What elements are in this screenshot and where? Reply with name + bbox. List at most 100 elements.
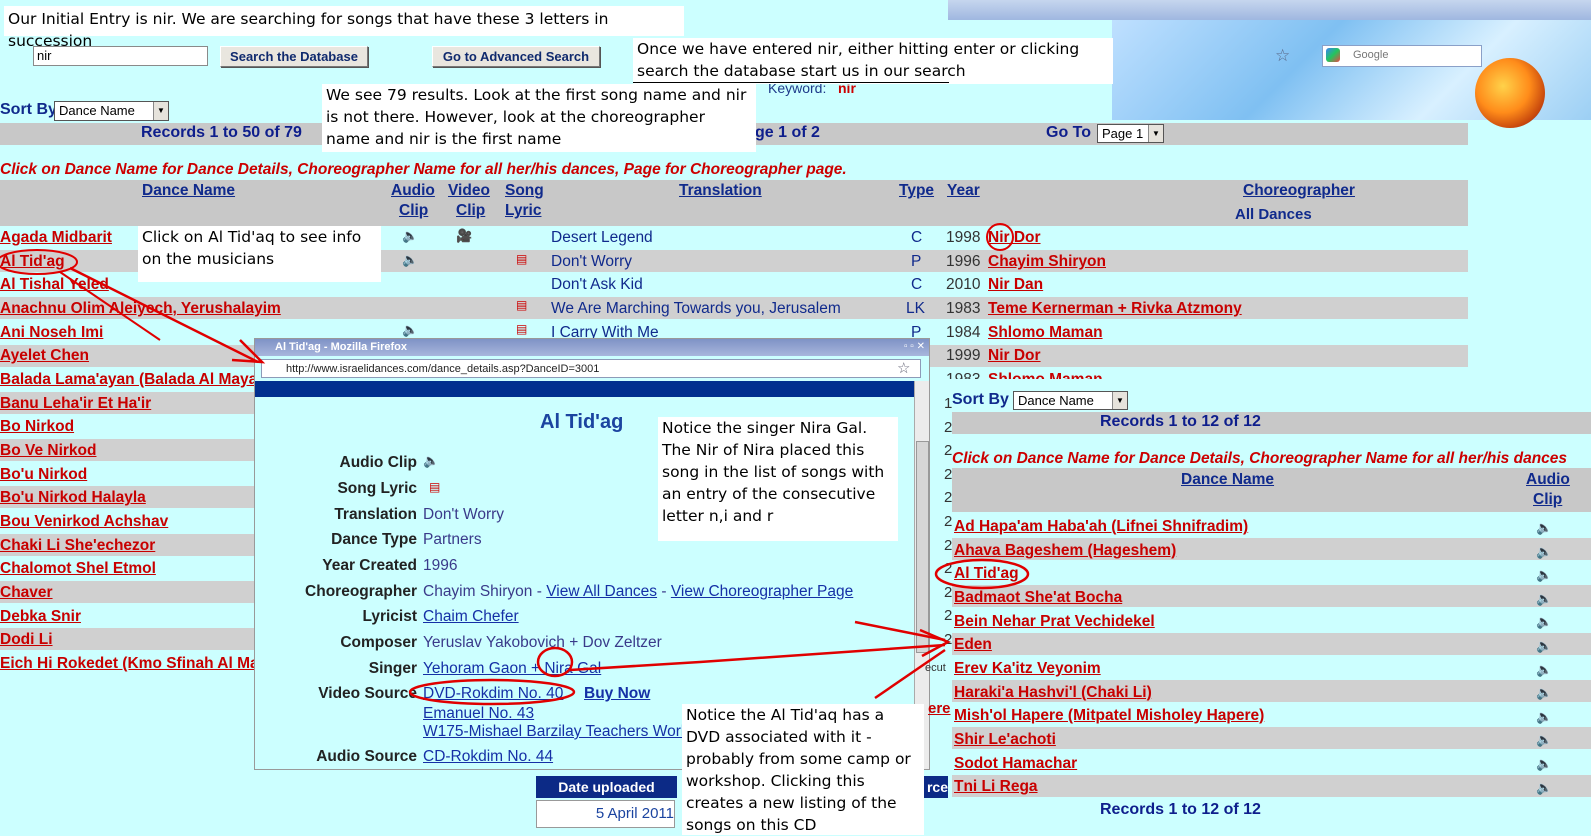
- window-controls-icon[interactable]: ▫ ▫ ✕: [904, 341, 925, 352]
- video-source-link[interactable]: Emanuel No. 43: [423, 705, 534, 723]
- speaker-icon[interactable]: 🔈: [1536, 634, 1552, 658]
- note-79-results: We see 79 results. Look at the first son…: [322, 84, 756, 152]
- document-icon[interactable]: ▤: [516, 298, 527, 312]
- search-input[interactable]: nir: [33, 46, 208, 66]
- lyricist-link[interactable]: Chaim Chefer: [423, 608, 519, 626]
- document-icon[interactable]: ▤: [429, 480, 440, 494]
- dance-link[interactable]: Al Tid'ag: [0, 253, 65, 271]
- speaker-icon[interactable]: 🔈: [423, 453, 439, 469]
- singer-link[interactable]: Yehoram Gaon + Nira Gal: [423, 660, 601, 678]
- dance-link[interactable]: Bou Venirkod Achshav: [0, 513, 168, 531]
- popup-url-bar[interactable]: http://www.israelidances.com/dance_detai…: [261, 359, 921, 378]
- choreographer-link[interactable]: Shlomo Maman: [988, 371, 1103, 379]
- view-choreographer-page-link[interactable]: View Choreographer Page: [671, 583, 853, 600]
- right-header-dance-name[interactable]: Dance Name: [1181, 471, 1274, 489]
- dance-link[interactable]: Al Tishal Yeled: [0, 276, 109, 294]
- right-dance-link[interactable]: Haraki'a Hashvi'l (Chaki Li): [954, 684, 1152, 702]
- bookmark-star-icon[interactable]: ☆: [897, 359, 910, 377]
- video-source-link[interactable]: W175-Mishael Barzilay Teachers Work: [423, 723, 689, 741]
- dance-link[interactable]: Eich Hi Rokedet (Kmo Sfinah Al Ma: [0, 655, 254, 673]
- dance-link[interactable]: Ayelet Chen: [0, 347, 89, 365]
- speaker-icon[interactable]: 🔈: [1536, 658, 1552, 682]
- choreographer-link[interactable]: Nir Dor: [988, 347, 1041, 365]
- here-fragment[interactable]: ere: [928, 700, 951, 717]
- video-camera-icon[interactable]: 🎥: [456, 228, 472, 244]
- choreographer-link[interactable]: Teme Kernerman + Rivka Atzmony: [988, 300, 1242, 318]
- header-audio[interactable]: Audio: [391, 182, 435, 200]
- speaker-icon[interactable]: 🔈: [1536, 587, 1552, 611]
- dance-link[interactable]: Chalomot Shel Etmol: [0, 560, 156, 578]
- dance-link[interactable]: Balada Lama'ayan (Balada Al Maya: [0, 371, 254, 389]
- scrollbar-thumb[interactable]: [916, 441, 929, 653]
- right-header-audio[interactable]: Audio: [1526, 471, 1570, 489]
- right-dance-link[interactable]: Badmaot She'at Bocha: [954, 589, 1122, 607]
- right-dance-link[interactable]: Mish'ol Hapere (Mitpatel Misholey Hapere…: [954, 707, 1264, 725]
- header-video[interactable]: Video: [448, 182, 490, 200]
- browser-search-placeholder: Google: [1353, 49, 1389, 61]
- right-dance-link[interactable]: Tni Li Rega: [954, 778, 1038, 796]
- speaker-icon[interactable]: 🔈: [1536, 516, 1552, 540]
- bookmark-star-icon[interactable]: ☆: [1275, 46, 1290, 66]
- google-icon: [1326, 48, 1340, 62]
- header-translation[interactable]: Translation: [679, 182, 762, 200]
- header-dance-name[interactable]: Dance Name: [142, 182, 235, 200]
- right-sort-by-select[interactable]: Dance Name ▼: [1013, 391, 1128, 410]
- right-dance-link[interactable]: Eden: [954, 636, 992, 654]
- speaker-icon[interactable]: 🔈: [1536, 728, 1552, 752]
- speaker-icon[interactable]: 🔈: [1536, 540, 1552, 564]
- go-to-select[interactable]: Page 1 ▼: [1097, 124, 1164, 143]
- speaker-icon[interactable]: 🔈: [402, 228, 418, 244]
- right-dance-link[interactable]: Ad Hapa'am Haba'ah (Lifnei Shnifradim): [954, 518, 1248, 536]
- browser-search-box[interactable]: Google: [1322, 45, 1482, 67]
- separator: -: [661, 583, 667, 600]
- right-dance-link[interactable]: Bein Nehar Prat Vechidekel: [954, 613, 1155, 631]
- speaker-icon[interactable]: 🔈: [1536, 705, 1552, 729]
- header-song-lyric[interactable]: Lyric: [505, 202, 541, 220]
- dance-link[interactable]: Chaver: [0, 584, 53, 602]
- header-year[interactable]: Year: [947, 182, 980, 200]
- choreographer-link[interactable]: Shlomo Maman: [988, 324, 1103, 342]
- right-dance-link[interactable]: Ahava Bageshem (Hageshem): [954, 542, 1176, 560]
- dance-link[interactable]: Bo'u Nirkod Halayla: [0, 489, 146, 507]
- right-dance-link[interactable]: Erev Ka'itz Veyonim: [954, 660, 1101, 678]
- speaker-icon[interactable]: 🔈: [1536, 752, 1552, 776]
- right-header-audio-clip[interactable]: Clip: [1533, 491, 1562, 509]
- dance-link[interactable]: Chaki Li She'echezor: [0, 537, 155, 555]
- advanced-search-button[interactable]: Go to Advanced Search: [432, 46, 600, 67]
- choreographer-link[interactable]: Nir Dan: [988, 276, 1043, 294]
- dance-link[interactable]: Ani Noseh Imi: [0, 324, 103, 342]
- header-type[interactable]: Type: [899, 182, 934, 200]
- header-video-clip[interactable]: Clip: [456, 202, 485, 220]
- dance-link[interactable]: Dodi Li: [0, 631, 53, 649]
- buy-now-link[interactable]: Buy Now: [584, 685, 650, 703]
- document-icon[interactable]: ▤: [516, 252, 527, 266]
- speaker-icon[interactable]: 🔈: [1536, 563, 1552, 587]
- dance-link[interactable]: Banu Leha'ir Et Ha'ir: [0, 395, 151, 413]
- audio-source-link[interactable]: CD-Rokdim No. 44: [423, 748, 553, 766]
- right-dance-link[interactable]: Al Tid'ag: [954, 565, 1019, 583]
- document-icon[interactable]: ▤: [516, 322, 527, 336]
- right-dance-link[interactable]: Sodot Hamachar: [954, 755, 1077, 773]
- header-audio-clip[interactable]: Clip: [399, 202, 428, 220]
- speaker-icon[interactable]: 🔈: [402, 322, 418, 338]
- search-database-button[interactable]: Search the Database: [220, 46, 368, 67]
- speaker-icon[interactable]: 🔈: [1536, 610, 1552, 634]
- dance-link[interactable]: Anachnu Olim Aleiyech, Yerushalayim: [0, 300, 281, 318]
- choreographer-link[interactable]: Chayim Shiryon: [988, 253, 1106, 271]
- header-choreographer[interactable]: Choreographer: [1243, 182, 1355, 200]
- dance-link[interactable]: Bo Nirkod: [0, 418, 74, 436]
- dance-link[interactable]: Bo'u Nirkod: [0, 466, 87, 484]
- speaker-icon[interactable]: 🔈: [1536, 681, 1552, 705]
- choreographer-link[interactable]: Nir Dor: [988, 229, 1041, 247]
- label-choreographer: Choreographer: [305, 583, 417, 600]
- dance-link[interactable]: Agada Midbarit: [0, 229, 112, 247]
- dance-link[interactable]: Bo Ve Nirkod: [0, 442, 96, 460]
- view-all-dances-link[interactable]: View All Dances: [546, 583, 657, 600]
- header-song[interactable]: Song: [505, 182, 544, 200]
- right-dance-link[interactable]: Shir Le'achoti: [954, 731, 1056, 749]
- video-source-link[interactable]: DVD-Rokdim No. 40: [423, 685, 563, 703]
- speaker-icon[interactable]: 🔈: [402, 252, 418, 268]
- speaker-icon[interactable]: 🔈: [1536, 776, 1552, 800]
- sort-by-select[interactable]: Dance Name ▼: [54, 101, 169, 121]
- dance-link[interactable]: Debka Snir: [0, 608, 81, 626]
